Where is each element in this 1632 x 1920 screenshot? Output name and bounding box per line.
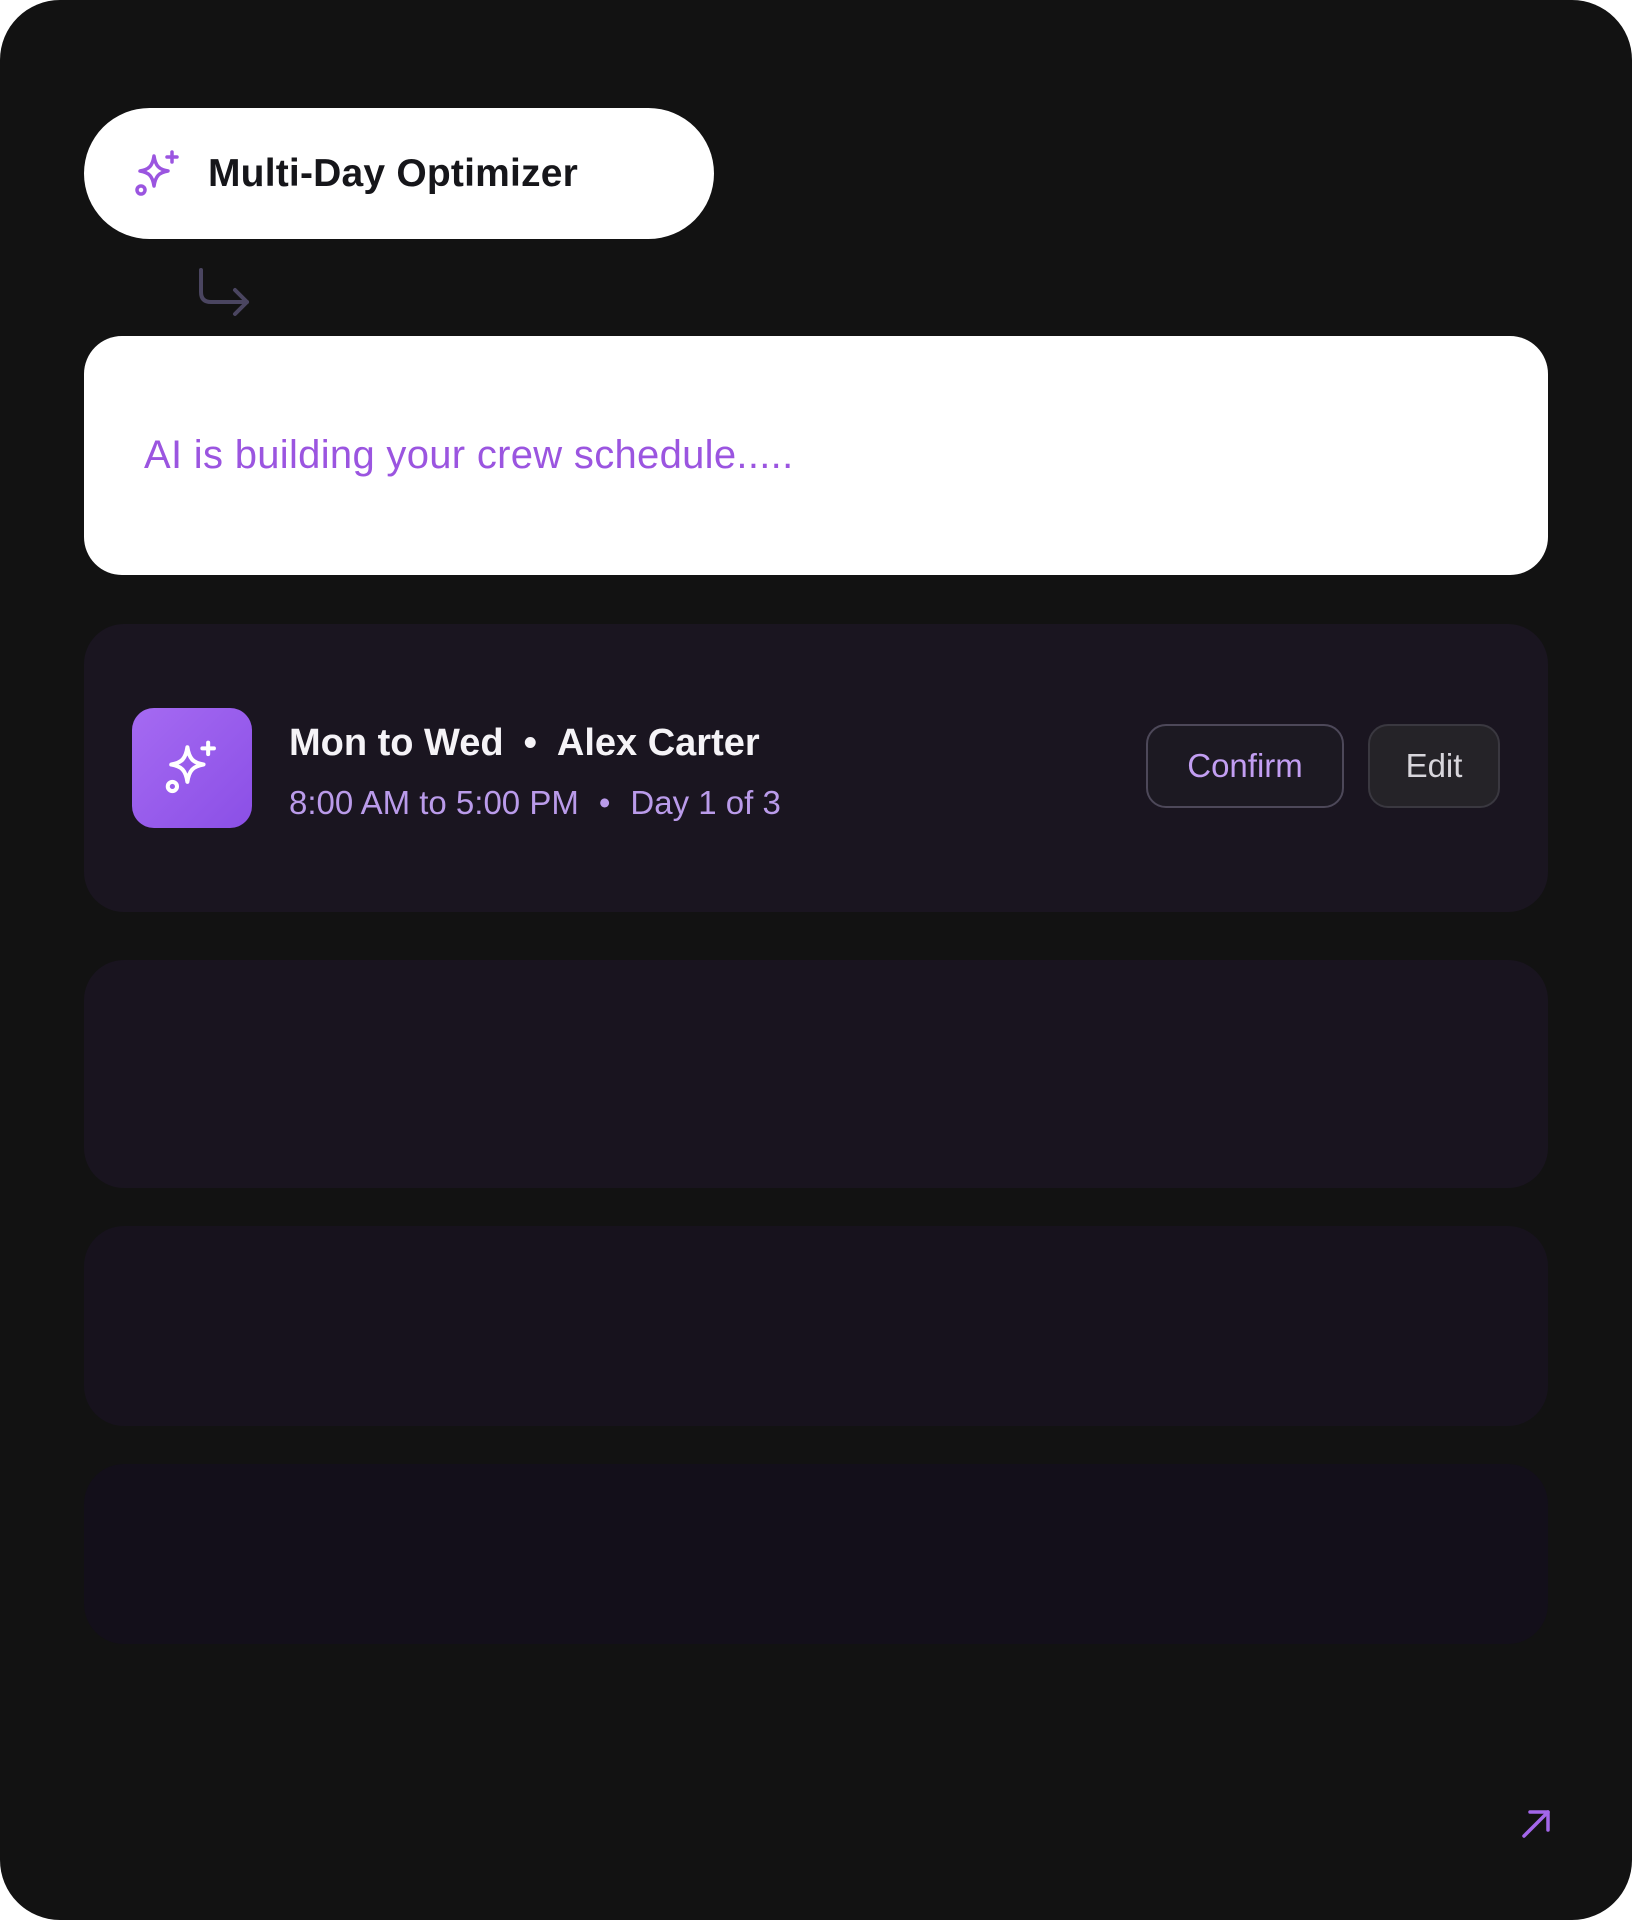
- schedule-card-placeholder: [84, 1464, 1548, 1644]
- sparkles-icon: [130, 146, 186, 202]
- separator-dot: •: [523, 722, 537, 764]
- schedule-time: 8:00 AM to 5:00 PM: [289, 784, 579, 821]
- edit-button[interactable]: Edit: [1368, 724, 1500, 808]
- optimizer-title: Multi-Day Optimizer: [208, 151, 578, 195]
- schedule-card: Mon to Wed • Alex Carter 8:00 AM to 5:00 P…: [84, 624, 1548, 912]
- prompt-text: AI is building your crew schedule.....: [144, 433, 794, 477]
- schedule-card-placeholder: [84, 960, 1548, 1188]
- schedule-day-progress: Day 1 of 3: [630, 784, 781, 821]
- arrow-up-right-icon[interactable]: [1518, 1806, 1554, 1842]
- schedule-details: 8:00 AM to 5:00 PM • Day 1 of 3: [289, 784, 781, 822]
- prompt-box: AI is building your crew schedule.....: [84, 336, 1548, 575]
- schedule-person: Alex Carter: [556, 722, 760, 764]
- confirm-button[interactable]: Confirm: [1146, 724, 1344, 808]
- schedule-panel: Multi-Day Optimizer AI is building your …: [0, 0, 1632, 1920]
- curved-arrow-icon: [199, 268, 249, 316]
- separator-dot: •: [598, 784, 611, 821]
- schedule-days: Mon to Wed: [289, 722, 504, 764]
- schedule-title: Mon to Wed • Alex Carter: [289, 722, 760, 765]
- optimizer-chip[interactable]: Multi-Day Optimizer: [84, 108, 714, 239]
- sparkles-icon: [132, 708, 252, 828]
- schedule-card-placeholder: [84, 1226, 1548, 1426]
